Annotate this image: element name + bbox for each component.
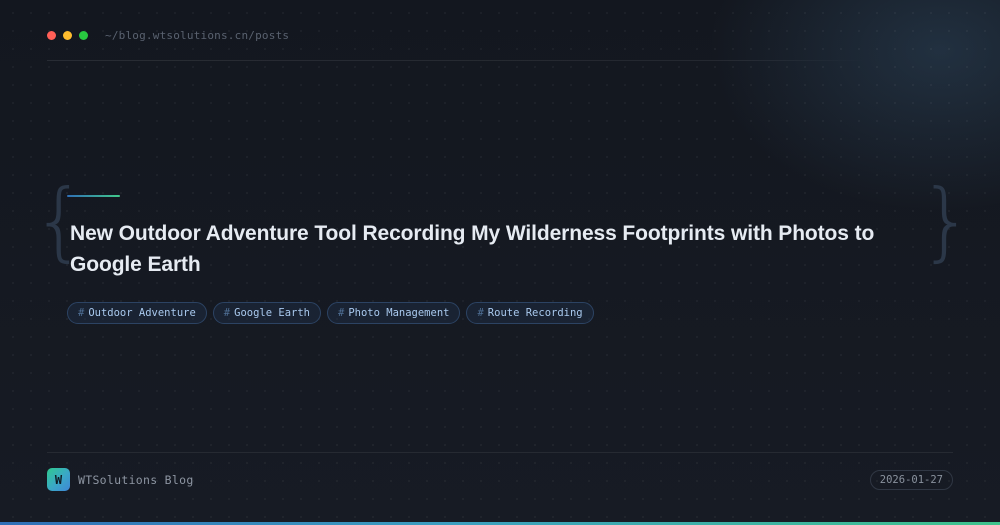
footer-divider [47,452,953,453]
tag-photo-management[interactable]: # Photo Management [326,302,461,324]
close-dot-icon [47,31,56,40]
post-title: New Outdoor Adventure Tool Recording My … [70,222,875,276]
hash-icon: # [223,307,231,319]
brand-name: WTSolutions Blog [78,472,194,487]
hash-icon: # [78,307,85,319]
tag-label: Outdoor Adventure [88,307,196,319]
tag-google-earth[interactable]: # Google Earth [212,302,321,324]
tag-label: Route Recording [487,307,583,319]
tag-list: # Outdoor Adventure # Google Earth # Pho… [67,302,594,324]
url-path: ~/blog.wtsolutions.cn/posts [105,29,290,42]
tag-label: Photo Management [348,307,450,319]
header-divider [47,60,867,61]
maximize-dot-icon [79,31,88,40]
brand-logo: W [47,468,70,491]
tag-route-recording[interactable]: # Route Recording [466,302,594,324]
post-date-badge: 2026-01-27 [869,470,953,490]
brand[interactable]: W WTSolutions Blog [47,468,194,491]
hash-icon: # [477,307,484,319]
tag-outdoor-adventure[interactable]: # Outdoor Adventure [67,302,207,324]
minimize-dot-icon [63,31,72,40]
window-controls [47,31,88,40]
tag-label: Google Earth [234,307,310,319]
hash-icon: # [337,307,345,319]
